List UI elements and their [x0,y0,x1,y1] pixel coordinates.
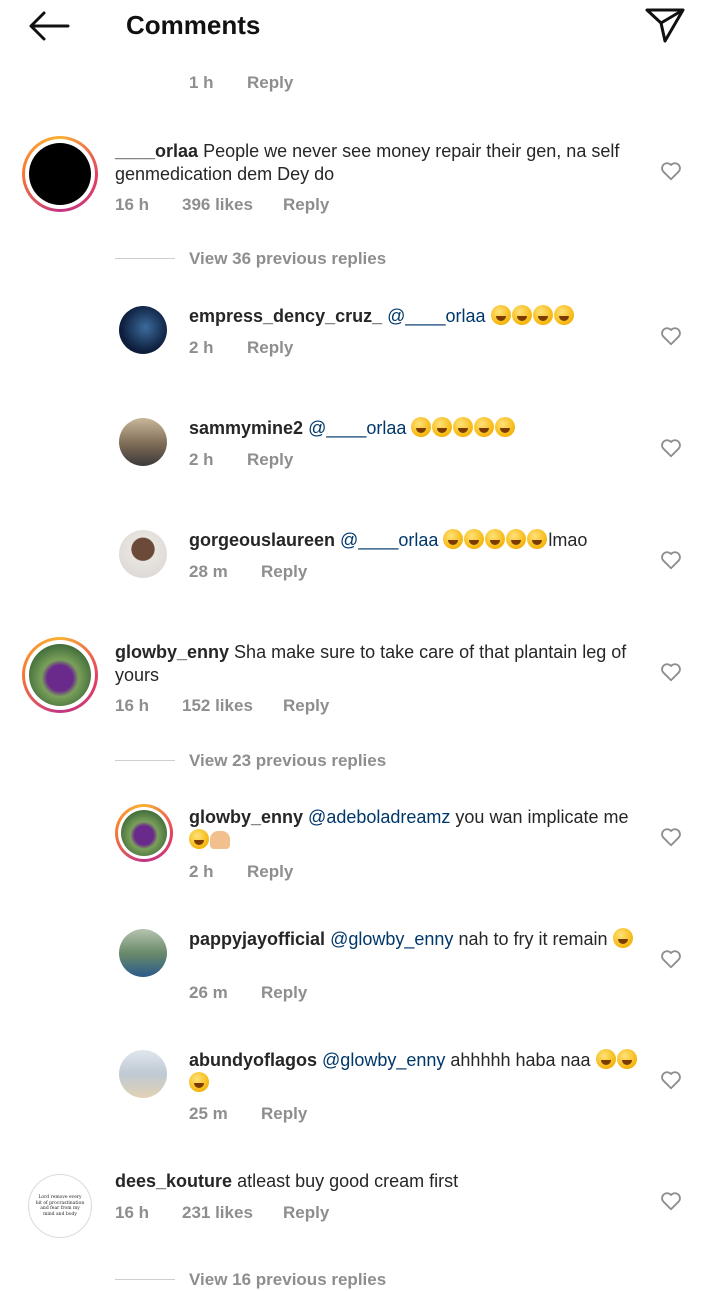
reply-text: abundyoflagos @glowby_enny ahhhhh haba n… [189,1049,639,1095]
emoji-group [443,529,548,550]
reply-text: empress_dency_cruz_ @____orlaa [189,305,649,328]
avatar[interactable] [115,804,173,862]
emoji-group [490,305,575,326]
avatar[interactable] [22,136,98,212]
reply-time: 25 m [189,1104,228,1123]
reply-button[interactable]: Reply [261,1103,307,1125]
heart-outline-icon[interactable] [660,1069,682,1091]
reply-time: 2 h [189,862,214,881]
avatar-text: Lord remove every bit of procrastination… [35,1195,85,1217]
view-replies-link[interactable]: View 36 previous replies [189,248,386,270]
reply-button[interactable]: Reply [283,1202,329,1224]
mention-link[interactable]: @____orlaa [308,418,406,438]
comment-username[interactable]: glowby_enny [115,642,229,662]
reply-time: 28 m [189,562,228,581]
avatar[interactable] [119,929,167,977]
comment-time: 16 h [115,1203,150,1222]
comment-likes[interactable]: 231 likes [182,1202,253,1224]
reply-button[interactable]: Reply [247,337,293,359]
reply-username[interactable]: pappyjayofficial [189,929,325,949]
reply-text: sammymine2 @____orlaa [189,417,649,440]
avatar[interactable]: Lord remove every bit of procrastination… [28,1174,92,1238]
emoji-group [189,829,230,850]
mention-link[interactable]: @____orlaa [387,306,485,326]
divider-line [115,258,175,259]
reply-time: 2 h [189,338,214,357]
mention-link[interactable]: @glowby_enny [330,929,453,949]
view-replies-link[interactable]: View 16 previous replies [189,1269,386,1291]
reply-button[interactable]: Reply [283,695,329,717]
heart-outline-icon[interactable] [660,1190,682,1212]
reply-time: 1 h [189,73,214,92]
heart-outline-icon[interactable] [660,661,682,683]
reply-username[interactable]: gorgeouslaureen [189,530,335,550]
heart-outline-icon[interactable] [660,160,682,182]
mention-link[interactable]: @glowby_enny [322,1050,445,1070]
back-arrow-icon[interactable] [28,10,70,42]
reply-username[interactable]: abundyoflagos [189,1050,317,1070]
divider-line [115,1279,175,1280]
reply-button[interactable]: Reply [261,982,307,1004]
reply-button[interactable]: Reply [247,449,293,471]
comment-time: 16 h [115,696,150,715]
reply-button[interactable]: Reply [261,561,307,583]
view-replies-link[interactable]: View 23 previous replies [189,750,386,772]
mention-link[interactable]: @adeboladreamz [308,807,450,827]
heart-outline-icon[interactable] [660,948,682,970]
emoji-group [411,417,516,438]
avatar[interactable] [22,637,98,713]
reply-button[interactable]: Reply [247,861,293,883]
paper-plane-icon[interactable] [644,6,686,44]
avatar[interactable] [119,530,167,578]
comment-username[interactable]: dees_kouture [115,1171,232,1191]
reply-text: glowby_enny @adeboladreamz you wan impli… [189,806,639,852]
reply-time: 2 h [189,450,214,469]
top-bar: Comments [0,0,720,56]
reply-text: pappyjayofficial @glowby_enny nah to fry… [189,928,639,951]
heart-outline-icon[interactable] [660,437,682,459]
comment-likes[interactable]: 396 likes [182,194,253,216]
avatar[interactable] [119,306,167,354]
reply-time: 26 m [189,983,228,1002]
page-title: Comments [126,10,261,40]
divider-line [115,760,175,761]
reply-button[interactable]: Reply [283,194,329,216]
reply-text: gorgeouslaureen @____orlaa lmao [189,529,588,550]
comment-likes[interactable]: 152 likes [182,695,253,717]
comment-username[interactable]: ____orlaa [115,141,198,161]
heart-outline-icon[interactable] [660,826,682,848]
reply-username[interactable]: empress_dency_cruz_ [189,306,382,326]
comment-text: ____orlaa People we never see money repa… [115,141,620,184]
reply-username[interactable]: sammymine2 [189,418,303,438]
emoji-group [612,928,634,949]
reply-button[interactable]: Reply [247,72,293,94]
comment-text: glowby_enny Sha make sure to take care o… [115,642,627,685]
comment-time: 16 h [115,195,150,214]
mention-link[interactable]: @____orlaa [340,530,438,550]
comment-text: dees_kouture atleast buy good cream firs… [115,1171,459,1191]
heart-outline-icon[interactable] [660,549,682,571]
heart-outline-icon[interactable] [660,325,682,347]
reply-username[interactable]: glowby_enny [189,807,303,827]
avatar[interactable] [119,1050,167,1098]
avatar[interactable] [119,418,167,466]
